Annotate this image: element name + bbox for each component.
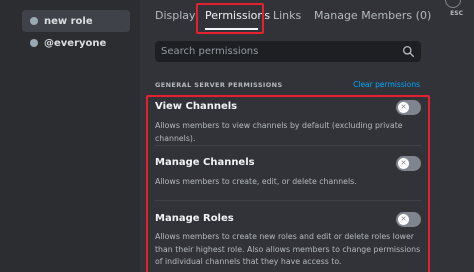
section-title: GENERAL SERVER PERMISSIONS bbox=[155, 81, 283, 89]
role-color-dot bbox=[30, 17, 38, 25]
esc-label: ESC bbox=[450, 10, 463, 17]
tab-links[interactable]: Links bbox=[273, 9, 301, 22]
search-icon bbox=[402, 45, 415, 58]
role-label: new role bbox=[44, 15, 93, 27]
roles-sidebar: new role @everyone bbox=[0, 0, 140, 272]
close-button[interactable] bbox=[445, 0, 461, 8]
role-color-dot bbox=[30, 39, 38, 47]
role-item-new-role[interactable]: new role bbox=[22, 10, 130, 32]
role-item-everyone[interactable]: @everyone bbox=[22, 32, 130, 54]
tab-display[interactable]: Display bbox=[155, 9, 196, 22]
tab-highlight-box bbox=[196, 3, 264, 34]
permissions-highlight-box bbox=[146, 95, 430, 272]
search-input[interactable]: Search permissions bbox=[155, 41, 421, 62]
role-label: @everyone bbox=[44, 37, 107, 49]
search-placeholder: Search permissions bbox=[161, 46, 259, 57]
clear-permissions-link[interactable]: Clear permissions bbox=[353, 80, 420, 89]
tab-manage-members[interactable]: Manage Members (0) bbox=[314, 9, 431, 22]
